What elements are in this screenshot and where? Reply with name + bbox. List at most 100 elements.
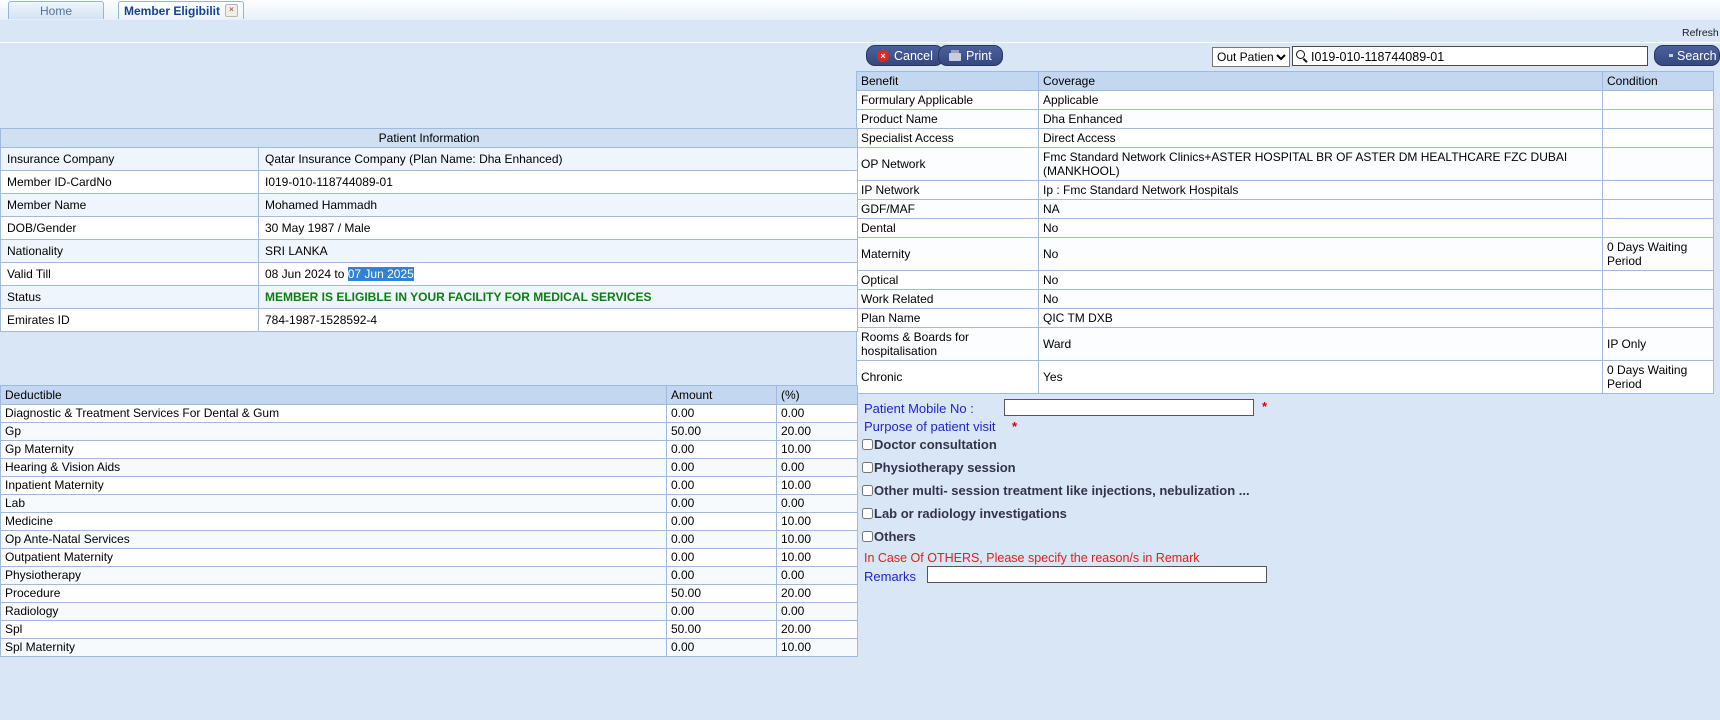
condition-cell bbox=[1603, 110, 1714, 129]
benefit-table-row: OP NetworkFmc Standard Network Clinics+A… bbox=[857, 148, 1714, 181]
member-eligibility-screen: Home Member Eligibilit × Refresh × Cance… bbox=[0, 0, 1720, 720]
member-search-box bbox=[1292, 46, 1648, 66]
patient-info-label: Status bbox=[1, 286, 259, 309]
toolbar-divider bbox=[0, 42, 1720, 43]
deductible-amount-cell: 0.00 bbox=[667, 513, 777, 531]
benefit-header: Benefit bbox=[857, 72, 1039, 91]
purpose-option-checkbox[interactable] bbox=[862, 485, 873, 496]
benefit-table-row: Product NameDha Enhanced bbox=[857, 110, 1714, 129]
benefit-table-row: GDF/MAFNA bbox=[857, 200, 1714, 219]
deductible-name-cell: Medicine bbox=[1, 513, 667, 531]
patient-info-value: Qatar Insurance Company (Plan Name: Dha … bbox=[259, 148, 858, 171]
deductible-amount-cell: 0.00 bbox=[667, 531, 777, 549]
benefit-table-row: Specialist AccessDirect Access bbox=[857, 129, 1714, 148]
deductible-name-cell: Op Ante-Natal Services bbox=[1, 531, 667, 549]
patient-info-value: 30 May 1987 / Male bbox=[259, 217, 858, 240]
benefit-table-row: Formulary ApplicableApplicable bbox=[857, 91, 1714, 110]
others-instruction-text: In Case Of OTHERS, Please specify the re… bbox=[864, 551, 1200, 565]
coverage-cell: QIC TM DXB bbox=[1039, 309, 1603, 328]
coverage-header: Coverage bbox=[1039, 72, 1603, 91]
deductible-table: Deductible Amount (%) Diagnostic & Treat… bbox=[0, 385, 858, 657]
deductible-percent-cell: 10.00 bbox=[777, 531, 858, 549]
coverage-cell: Ward bbox=[1039, 328, 1603, 361]
deductible-row: Radiology0.000.00 bbox=[1, 603, 858, 621]
patient-info-value: MEMBER IS ELIGIBLE IN YOUR FACILITY FOR … bbox=[259, 286, 858, 309]
purpose-option-label: Physiotherapy session bbox=[874, 460, 1016, 475]
deductible-name-cell: Radiology bbox=[1, 603, 667, 621]
deductible-row: Medicine0.0010.00 bbox=[1, 513, 858, 531]
condition-cell bbox=[1603, 200, 1714, 219]
purpose-option-checkbox[interactable] bbox=[862, 462, 873, 473]
deductible-row: Physiotherapy0.000.00 bbox=[1, 567, 858, 585]
patient-info-row: Insurance CompanyQatar Insurance Company… bbox=[1, 148, 858, 171]
mobile-required-marker: * bbox=[1262, 399, 1267, 414]
deductible-amount-cell: 0.00 bbox=[667, 567, 777, 585]
purpose-option-checkbox[interactable] bbox=[862, 439, 873, 450]
remarks-input[interactable] bbox=[927, 566, 1267, 583]
benefit-table-row: Plan NameQIC TM DXB bbox=[857, 309, 1714, 328]
deductible-amount-cell: 0.00 bbox=[667, 495, 777, 513]
deductible-row: Outpatient Maternity0.0010.00 bbox=[1, 549, 858, 567]
cancel-button-label: Cancel bbox=[894, 49, 933, 63]
patient-info-row: Member ID-CardNoI019-010-118744089-01 bbox=[1, 171, 858, 194]
deductible-percent-cell: 10.00 bbox=[777, 513, 858, 531]
benefit-table-row: Work RelatedNo bbox=[857, 290, 1714, 309]
purpose-option: Other multi- session treatment like inje… bbox=[862, 479, 1250, 502]
benefit-cell: Maternity bbox=[857, 238, 1039, 271]
print-button-label: Print bbox=[966, 49, 992, 63]
purpose-option-label: Other multi- session treatment like inje… bbox=[874, 483, 1250, 498]
deductible-amount-cell: 0.00 bbox=[667, 405, 777, 423]
tab-member-eligibility-label: Member Eligibilit bbox=[124, 4, 220, 18]
patient-info-label: Nationality bbox=[1, 240, 259, 263]
tab-home[interactable]: Home bbox=[8, 1, 104, 19]
refresh-link[interactable]: Refresh bbox=[1682, 27, 1719, 39]
tab-bar: Home Member Eligibilit × bbox=[0, 0, 1720, 20]
benefit-cell: Work Related bbox=[857, 290, 1039, 309]
deductible-amount-cell: 0.00 bbox=[667, 549, 777, 567]
patient-info-label: Member Name bbox=[1, 194, 259, 217]
patient-mobile-input[interactable] bbox=[1004, 399, 1254, 416]
cancel-button[interactable]: × Cancel bbox=[866, 45, 944, 66]
member-search-input[interactable] bbox=[1309, 48, 1647, 66]
valid-till-selected-date: 07 Jun 2025 bbox=[348, 267, 414, 281]
benefit-cell: GDF/MAF bbox=[857, 200, 1039, 219]
purpose-option-label: Doctor consultation bbox=[874, 437, 997, 452]
purpose-required-marker: * bbox=[1012, 419, 1017, 434]
tab-close-icon[interactable]: × bbox=[225, 4, 238, 17]
deductible-name-cell: Lab bbox=[1, 495, 667, 513]
deductible-amount-cell: 50.00 bbox=[667, 621, 777, 639]
deductible-row: Lab0.000.00 bbox=[1, 495, 858, 513]
deductible-percent-cell: 0.00 bbox=[777, 567, 858, 585]
benefit-cell: Product Name bbox=[857, 110, 1039, 129]
purpose-option: Doctor consultation bbox=[862, 433, 1250, 456]
deductible-row: Spl Maternity0.0010.00 bbox=[1, 639, 858, 657]
patient-type-select[interactable]: Out Patient bbox=[1212, 47, 1290, 67]
patient-information-title: Patient Information bbox=[1, 129, 858, 148]
deductible-row: Spl50.0020.00 bbox=[1, 621, 858, 639]
deductible-amount-cell: 0.00 bbox=[667, 441, 777, 459]
deductible-percent-cell: 0.00 bbox=[777, 405, 858, 423]
print-button[interactable]: Print bbox=[938, 45, 1003, 66]
purpose-option-checkbox[interactable] bbox=[862, 508, 873, 519]
deductible-row: Gp50.0020.00 bbox=[1, 423, 858, 441]
deductible-amount-cell: 50.00 bbox=[667, 423, 777, 441]
search-button[interactable]: Search bbox=[1654, 45, 1720, 66]
patient-info-row: Member NameMohamed Hammadh bbox=[1, 194, 858, 217]
patient-info-row: DOB/Gender30 May 1987 / Male bbox=[1, 217, 858, 240]
benefit-table-row: Rooms & Boards for hospitalisationWardIP… bbox=[857, 328, 1714, 361]
purpose-of-visit-label: Purpose of patient visit bbox=[864, 419, 996, 434]
purpose-options-list: Doctor consultation Physiotherapy session… bbox=[862, 433, 1250, 548]
purpose-option-label: Lab or radiology investigations bbox=[874, 506, 1067, 521]
deductible-amount-cell: 0.00 bbox=[667, 639, 777, 657]
deductible-name-cell: Hearing & Vision Aids bbox=[1, 459, 667, 477]
purpose-option-checkbox[interactable] bbox=[862, 531, 873, 542]
condition-cell bbox=[1603, 219, 1714, 238]
deductible-row: Hearing & Vision Aids0.000.00 bbox=[1, 459, 858, 477]
tab-member-eligibility[interactable]: Member Eligibilit × bbox=[118, 1, 244, 19]
coverage-cell: No bbox=[1039, 290, 1603, 309]
deductible-percent-cell: 20.00 bbox=[777, 423, 858, 441]
percent-header: (%) bbox=[777, 386, 858, 405]
deductible-amount-cell: 50.00 bbox=[667, 585, 777, 603]
search-button-label: Search bbox=[1677, 49, 1717, 63]
patient-info-label: Valid Till bbox=[1, 263, 259, 286]
